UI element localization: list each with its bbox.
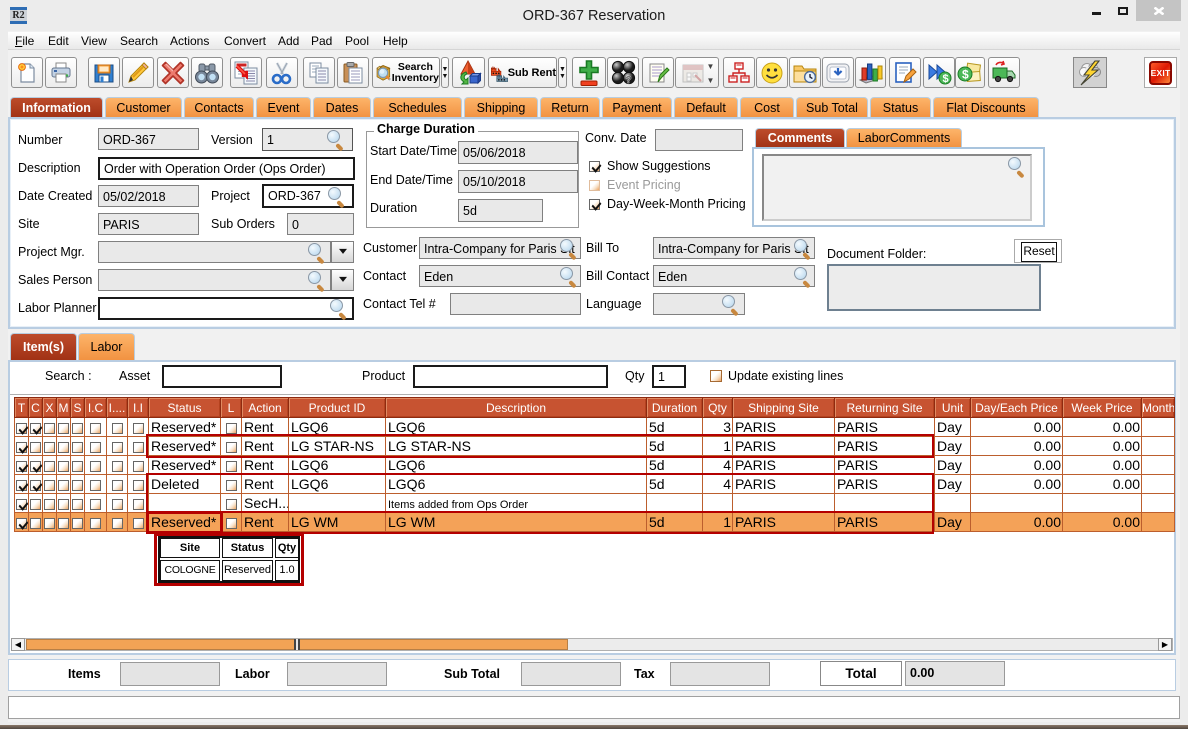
svg-text:?: ? [625, 75, 631, 86]
svg-text:$: $ [943, 73, 949, 85]
svg-text:$: $ [962, 67, 969, 81]
